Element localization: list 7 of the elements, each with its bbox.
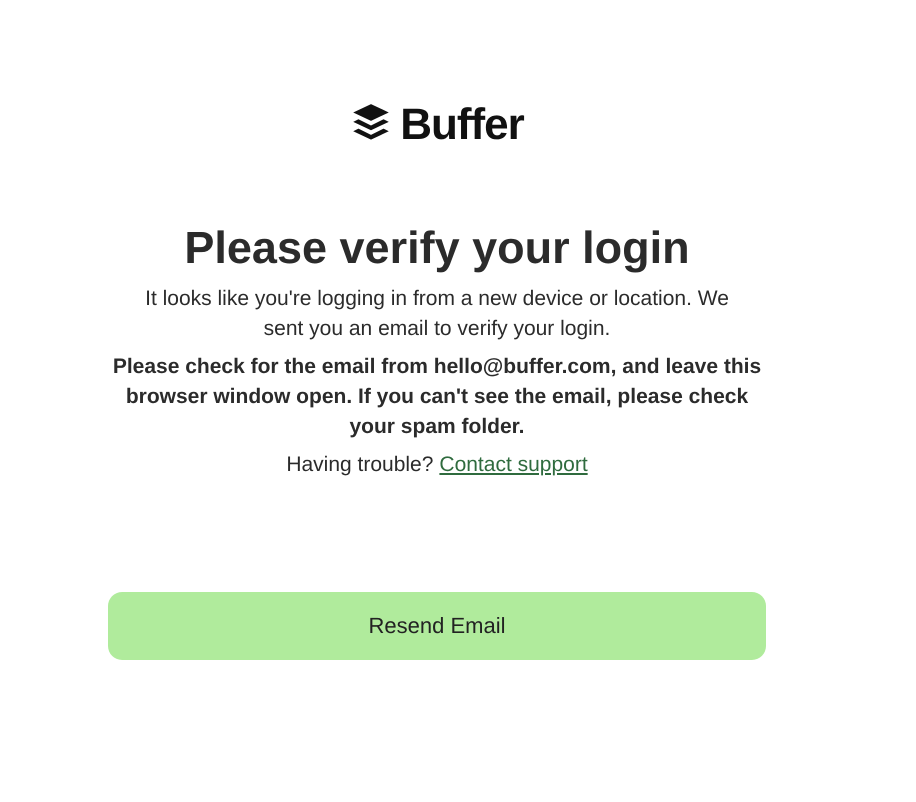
contact-support-link[interactable]: Contact support [439,450,588,480]
notice-text: Please check for the email from hello@buffer.com, and leave this browser window open. If you can't see the email, please check your spam folder. [112,354,762,440]
page-heading: Please verify your login [184,221,690,275]
help-text: Having trouble? [286,452,434,478]
intro-text: It looks like you're logging in from a new device or location. We sent you an email to verify your login. [144,286,730,342]
logo-wordmark: Buffer [400,100,524,150]
resend-email-button[interactable]: Resend Email [108,592,766,660]
